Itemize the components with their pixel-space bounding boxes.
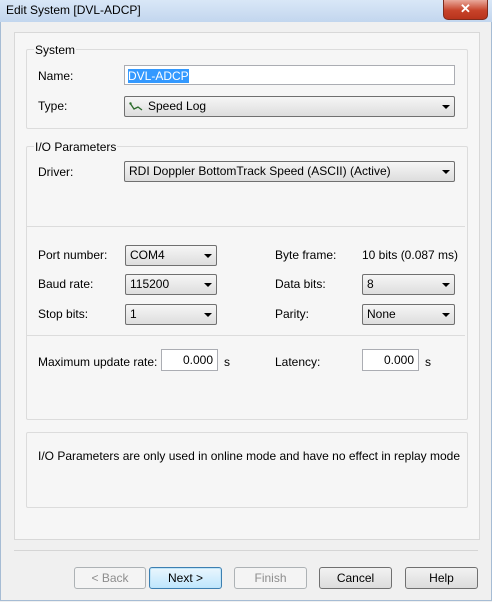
latency-label: Latency: [275,355,321,369]
name-input-value: DVL-ADCP [128,69,189,83]
data-bits-select[interactable]: 8 [362,274,455,295]
driver-select-value: RDI Doppler BottomTrack Speed (ASCII) (A… [129,164,391,178]
baud-select-value: 115200 [130,277,170,291]
window-title: Edit System [DVL-ADCP] [6,3,141,17]
port-label: Port number: [38,248,108,262]
stop-bits-select-value: 1 [130,307,137,321]
port-select-value: COM4 [130,248,165,262]
max-rate-label: Maximum update rate: [38,355,158,369]
footer-divider [14,550,478,551]
chevron-down-icon [442,313,450,317]
driver-label: Driver: [38,165,74,179]
chevron-down-icon [442,170,450,174]
help-button[interactable]: Help [405,567,478,589]
finish-button[interactable]: Finish [234,567,307,589]
speed-log-icon [129,102,143,111]
port-select[interactable]: COM4 [125,245,217,266]
close-button[interactable]: ✕ [443,0,488,20]
name-label: Name: [38,69,74,83]
parity-select[interactable]: None [362,304,455,325]
chevron-down-icon [204,313,212,317]
chevron-down-icon [442,283,450,287]
info-box [26,432,468,508]
type-select[interactable]: Speed Log [124,96,455,117]
byte-frame-label: Byte frame: [275,248,337,262]
max-rate-input[interactable]: 0.000 [161,349,218,371]
info-text: I/O Parameters are only used in online m… [38,449,461,463]
chevron-down-icon [442,105,450,109]
max-rate-unit: s [224,355,230,369]
latency-input[interactable]: 0.000 [362,349,419,371]
title-bar: Edit System [DVL-ADCP] ✕ [0,0,492,23]
io-group-label: I/O Parameters [34,140,118,154]
system-group-label: System [34,43,77,57]
chevron-down-icon [204,283,212,287]
name-input[interactable]: DVL-ADCP [124,65,455,85]
system-group [26,49,468,129]
parity-select-value: None [367,307,396,321]
driver-select[interactable]: RDI Doppler BottomTrack Speed (ASCII) (A… [124,161,455,182]
baud-label: Baud rate: [38,277,94,291]
parity-label: Parity: [275,307,310,321]
baud-select[interactable]: 115200 [125,274,217,295]
data-bits-select-value: 8 [367,277,374,291]
back-button[interactable]: < Back [74,567,146,589]
io-divider-2 [27,335,465,336]
stop-bits-label: Stop bits: [38,307,89,321]
data-bits-label: Data bits: [275,277,326,291]
latency-unit: s [425,355,431,369]
next-button[interactable]: Next > [149,567,222,589]
stop-bits-select[interactable]: 1 [125,304,217,325]
io-divider [27,226,465,227]
chevron-down-icon [204,254,212,258]
cancel-button[interactable]: Cancel [319,567,392,589]
close-icon: ✕ [460,1,471,16]
type-label: Type: [38,99,68,113]
byte-frame-value: 10 bits (0.087 ms) [362,248,459,262]
type-select-value: Speed Log [148,99,207,113]
